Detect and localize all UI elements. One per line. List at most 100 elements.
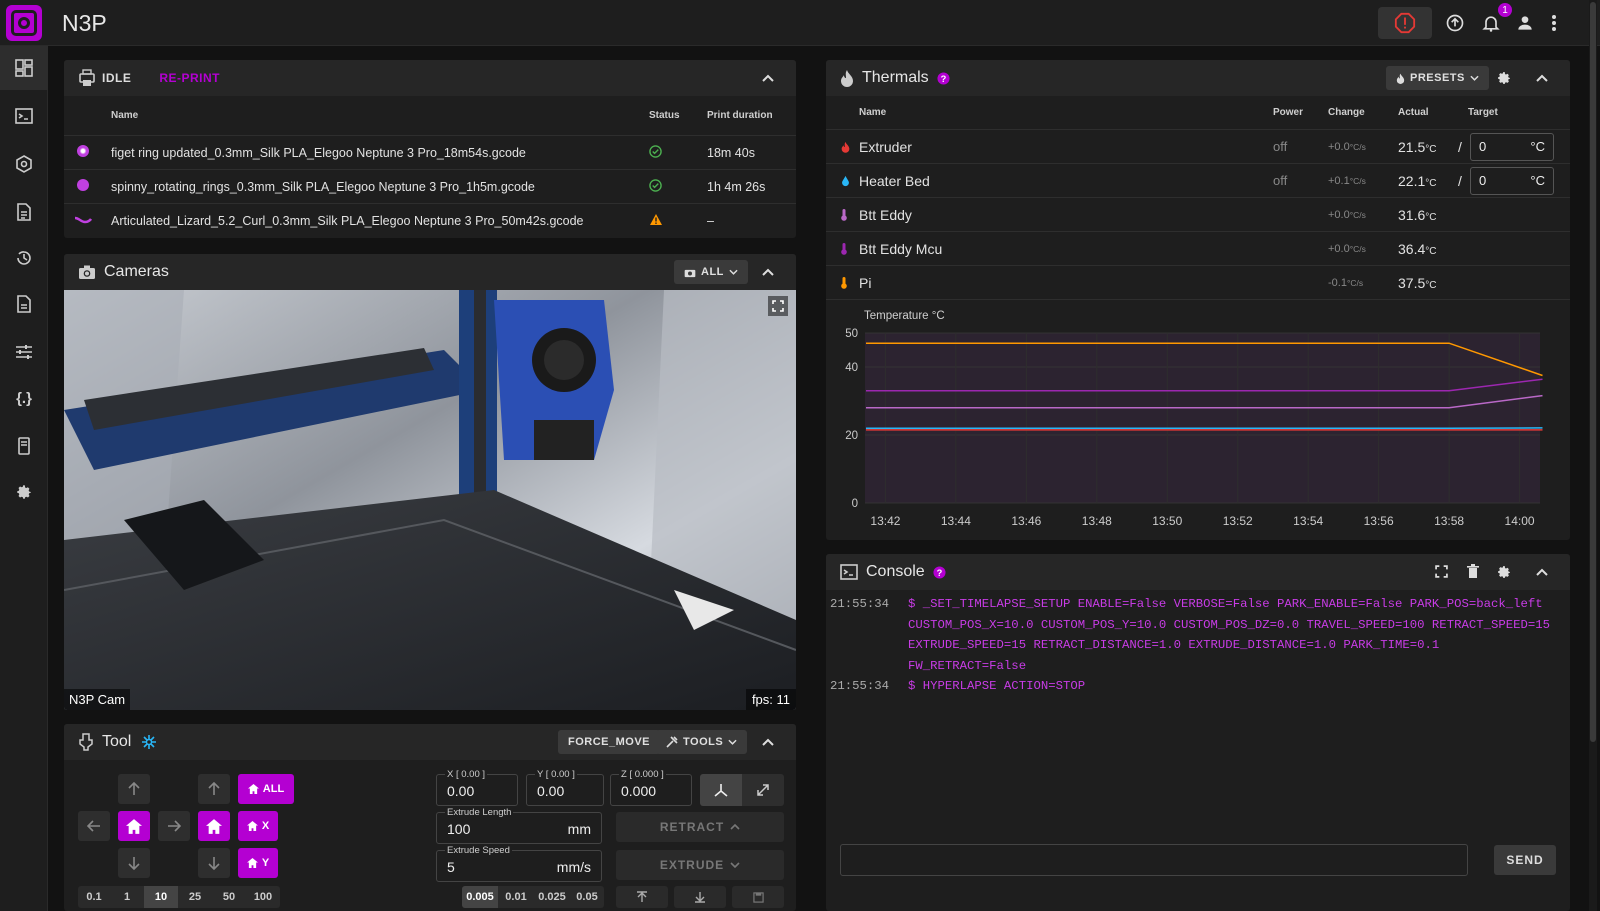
sidebar-item-macros[interactable]: {.} <box>0 376 48 420</box>
page-scrollbar[interactable] <box>1589 0 1597 911</box>
x-position-field[interactable]: X [ 0.00 ] 0.00 <box>436 769 518 806</box>
z-step-selector[interactable]: 0.005 0.01 0.025 0.05 <box>462 886 604 908</box>
temp-change-unit: °C/s <box>1346 277 1364 288</box>
send-button[interactable]: SEND <box>1494 845 1556 875</box>
force-move-button[interactable]: FORCE_MOVE <box>558 730 661 754</box>
thermal-row[interactable]: Btt Eddy +0.0°C/s 31.6°C <box>826 198 1570 232</box>
more-menu-button[interactable] <box>1544 7 1564 39</box>
sidebar-item-history[interactable] <box>0 236 48 280</box>
sidebar-item-jobs[interactable] <box>0 190 48 234</box>
thermals-settings-button[interactable] <box>1496 70 1512 91</box>
help-icon[interactable]: ? <box>937 71 950 85</box>
extrude-length-field[interactable]: Extrude Length 100 mm <box>436 807 602 844</box>
heater-name: Pi <box>859 274 872 291</box>
help-icon[interactable]: ? <box>933 565 946 579</box>
notifications-button[interactable]: 1 <box>1476 3 1512 39</box>
console-command[interactable]: $ HYPERLAPSE ACTION=STOP <box>908 676 1085 697</box>
step-option[interactable]: 0.05 <box>570 886 604 908</box>
move-mode-toggle[interactable] <box>700 774 784 806</box>
step-option[interactable]: 0.1 <box>78 886 110 908</box>
home-y-button[interactable]: Y <box>238 848 278 878</box>
table-row[interactable]: figet ring updated_0.3mm_Silk PLA_Elegoo… <box>64 136 796 170</box>
mainsail-logo[interactable] <box>6 5 42 41</box>
step-option[interactable]: 10 <box>144 886 178 908</box>
table-row[interactable]: Articulated_Lizard_5.2_Curl_0.3mm_Silk P… <box>64 204 796 238</box>
retract-button[interactable]: RETRACT <box>616 812 784 842</box>
extrude-speed-field[interactable]: Extrude Speed 5 mm/s <box>436 845 602 882</box>
step-option[interactable]: 1 <box>110 886 144 908</box>
extrude-label: EXTRUDE <box>659 858 725 872</box>
thermal-row[interactable]: Pi -0.1°C/s 37.5°C <box>826 266 1570 300</box>
collapse-cameras-button[interactable] <box>760 264 776 280</box>
temp-change: +0.0 <box>1328 140 1350 153</box>
y-position-field[interactable]: Y [ 0.00 ] 0.00 <box>526 769 604 806</box>
step-option[interactable]: 50 <box>212 886 246 908</box>
temperature-chart[interactable]: Temperature °C 0 20 40 50 13:42 13:44 13:46 13:… <box>826 300 1570 532</box>
camera-stream[interactable]: N3P Cam fps: 11 <box>64 290 796 710</box>
step-option[interactable]: 100 <box>246 886 280 908</box>
home-z-button[interactable] <box>198 811 230 841</box>
step-option[interactable]: 0.025 <box>534 886 570 908</box>
extrude-speed-unit: mm/s <box>556 859 591 875</box>
collapse-console-button[interactable] <box>1534 564 1550 580</box>
thermal-row[interactable]: Heater Bed off +0.1°C/s 22.1°C/0 °C <box>826 164 1570 198</box>
babystep-save-button[interactable] <box>732 886 784 908</box>
jog-x-minus-button[interactable] <box>78 811 110 841</box>
app-bar: N3P 1 <box>0 0 1600 46</box>
tools-dropdown[interactable]: TOOLS <box>656 730 748 754</box>
collapse-job-button[interactable] <box>760 70 776 86</box>
console-fullscreen-button[interactable] <box>1435 565 1448 583</box>
sidebar-item-console[interactable] <box>0 94 48 138</box>
sidebar-item-tune[interactable] <box>0 330 48 374</box>
sidebar-item-system[interactable] <box>0 424 48 468</box>
console-settings-button[interactable] <box>1496 564 1512 585</box>
jog-y-plus-button[interactable] <box>118 774 150 804</box>
step-option[interactable]: 0.01 <box>498 886 534 908</box>
home-x-button[interactable]: X <box>238 811 278 841</box>
upload-button[interactable] <box>1440 7 1470 39</box>
camera-filter-label: ALL <box>701 266 724 278</box>
sidebar-item-settings[interactable] <box>0 470 48 514</box>
z-position-field[interactable]: Z [ 0.000 ] 0.000 <box>610 769 692 806</box>
target-temp-input[interactable]: 0 °C <box>1470 166 1554 195</box>
fullscreen-button[interactable] <box>768 296 788 316</box>
presets-dropdown[interactable]: PRESETS <box>1386 66 1489 90</box>
heater-name: Extruder <box>859 138 912 155</box>
home-xy-button[interactable] <box>118 811 150 841</box>
jog-z-plus-button[interactable] <box>198 774 230 804</box>
relative-mode-button[interactable] <box>742 774 784 806</box>
thermals-title: Thermals <box>862 69 929 86</box>
step-option[interactable]: 0.005 <box>462 886 498 908</box>
babystep-down-button[interactable] <box>674 886 726 908</box>
account-button[interactable] <box>1510 7 1540 39</box>
sidebar-item-dashboard[interactable] <box>0 46 48 90</box>
xy-step-selector[interactable]: 0.1 1 10 25 50 100 <box>78 886 280 908</box>
thermal-row[interactable]: Extruder off +0.0°C/s 21.5°C/0 °C <box>826 130 1570 164</box>
collapse-tool-button[interactable] <box>760 734 776 750</box>
target-temp-input[interactable]: 0 °C <box>1470 132 1554 161</box>
babystep-up-button[interactable] <box>616 886 668 908</box>
jog-z-minus-button[interactable] <box>198 848 230 878</box>
extrude-button[interactable]: EXTRUDE <box>616 850 784 880</box>
jog-y-minus-button[interactable] <box>118 848 150 878</box>
heightmap-icon <box>16 155 32 173</box>
console-clear-button[interactable] <box>1467 564 1479 584</box>
home-all-button[interactable]: ALL <box>238 774 294 804</box>
table-row[interactable]: spinny_rotating_rings_0.3mm_Silk PLA_Ele… <box>64 170 796 204</box>
sidebar-item-heightmap[interactable] <box>0 142 48 186</box>
collapse-thermals-button[interactable] <box>1534 70 1550 86</box>
thermal-row[interactable]: Btt Eddy Mcu +0.0°C/s 36.4°C <box>826 232 1570 266</box>
file-thumbnail-icon <box>77 179 111 194</box>
sidebar-item-timelapse[interactable] <box>0 282 48 326</box>
console-output: 21:55:34 $ _SET_TIMELAPSE_SETUP ENABLE=F… <box>830 594 1560 697</box>
console-line: 21:55:34 $ _SET_TIMELAPSE_SETUP ENABLE=F… <box>830 594 1560 676</box>
jog-x-plus-button[interactable] <box>158 811 190 841</box>
reprint-button[interactable]: RE-PRINT <box>159 71 220 85</box>
emergency-stop-button[interactable] <box>1378 7 1432 39</box>
step-option[interactable]: 25 <box>178 886 212 908</box>
console-command[interactable]: $ _SET_TIMELAPSE_SETUP ENABLE=False VERB… <box>908 594 1560 676</box>
console-input[interactable] <box>840 844 1468 876</box>
tool-card-header: Tool FORCE_MOVE TOOLS <box>64 724 796 760</box>
camera-filter-dropdown[interactable]: ALL <box>674 260 748 284</box>
absolute-mode-button[interactable] <box>700 774 742 806</box>
